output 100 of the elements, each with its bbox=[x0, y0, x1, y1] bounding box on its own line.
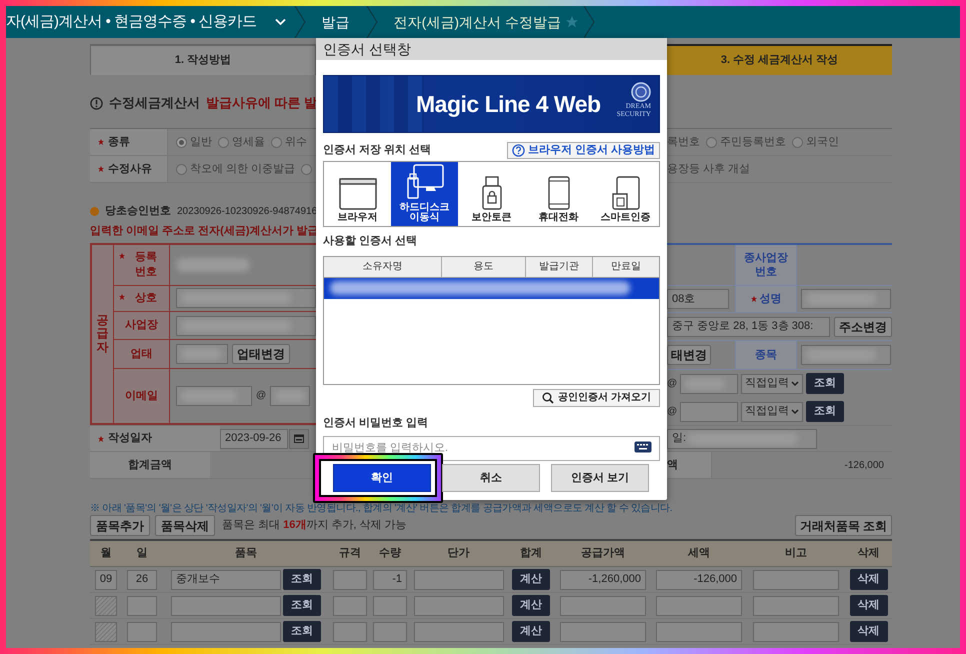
input-field[interactable]: 08호 bbox=[667, 289, 729, 309]
input-field[interactable] bbox=[801, 289, 891, 309]
action-button[interactable]: 업태변경 bbox=[232, 344, 290, 364]
input-field[interactable] bbox=[414, 596, 504, 616]
input-field[interactable] bbox=[753, 596, 839, 616]
action-button[interactable]: 품목추가 bbox=[90, 515, 150, 536]
input-field[interactable] bbox=[176, 386, 252, 406]
input-field[interactable]: 26 bbox=[127, 570, 157, 590]
input-field[interactable] bbox=[656, 596, 742, 616]
input-field[interactable] bbox=[680, 374, 738, 394]
radio-option[interactable]: 영세율 bbox=[218, 134, 265, 150]
field-label: 업태 bbox=[130, 346, 154, 361]
input-field[interactable] bbox=[414, 570, 504, 590]
radio-option[interactable]: 주민등록번호 bbox=[706, 134, 786, 150]
input-field[interactable] bbox=[127, 622, 157, 642]
radio-option[interactable] bbox=[301, 164, 312, 174]
input-field[interactable]: -1,260,000 bbox=[560, 570, 646, 590]
radio-option[interactable]: 착오에 의한 이중발급 bbox=[176, 160, 296, 178]
lookup-button[interactable]: 조회 bbox=[283, 621, 321, 642]
breadcrumb-link[interactable]: 전자(세금)계산서 수정발급 bbox=[394, 12, 561, 32]
input-field[interactable] bbox=[680, 402, 738, 422]
field-label: 사업장 bbox=[124, 318, 159, 333]
input-field[interactable] bbox=[333, 622, 367, 642]
lookup-button[interactable]: 삭제 bbox=[850, 569, 888, 590]
lookup-button[interactable]: 계산 bbox=[512, 621, 550, 642]
action-button[interactable]: 주소변경 bbox=[834, 316, 892, 336]
lookup-button[interactable]: 계산 bbox=[512, 595, 550, 616]
dialog-button[interactable]: 확인 bbox=[333, 464, 431, 492]
input-field[interactable] bbox=[176, 344, 228, 364]
column-header: 일 bbox=[136, 546, 148, 562]
column-header: 품목 bbox=[234, 546, 258, 562]
help-icon bbox=[512, 144, 525, 156]
step-tab[interactable]: 1. 작성방법 bbox=[90, 44, 316, 75]
field-label: 일: bbox=[672, 431, 686, 446]
input-field[interactable] bbox=[270, 386, 310, 406]
input-field[interactable] bbox=[560, 622, 646, 642]
field-label: 종류 bbox=[108, 134, 130, 150]
radio-option[interactable]: 외국인 bbox=[792, 134, 839, 150]
input-field[interactable] bbox=[127, 596, 157, 616]
input-field[interactable] bbox=[333, 596, 367, 616]
radio-option[interactable]: 일반 bbox=[176, 134, 212, 150]
date-field[interactable]: 2023-09-26 bbox=[220, 428, 288, 448]
input-field[interactable] bbox=[373, 596, 407, 616]
lookup-button[interactable]: 계산 bbox=[512, 569, 550, 590]
step-tab[interactable]: 3. 수정 세금계산서 작성 bbox=[667, 44, 892, 75]
column-header: 발급기관 bbox=[526, 256, 593, 276]
select-value: 직접입력 bbox=[745, 404, 790, 420]
section-label: 인증서 비밀번호 입력 bbox=[323, 416, 430, 430]
input-field[interactable]: 일: bbox=[667, 428, 817, 448]
input-field[interactable] bbox=[176, 288, 316, 308]
action-button[interactable]: 품목삭제 bbox=[155, 515, 215, 536]
input-field[interactable] bbox=[753, 622, 839, 642]
input-field[interactable] bbox=[171, 622, 281, 642]
section-label: 인증서 저장 위치 선택 bbox=[323, 142, 432, 158]
import-certificate-button[interactable]: 공인인증서 가져오기 bbox=[533, 388, 660, 406]
input-field[interactable] bbox=[656, 622, 742, 642]
column-header: 수량 bbox=[378, 546, 402, 562]
column-header: 삭제 bbox=[856, 546, 880, 562]
usb-drive-icon bbox=[406, 164, 444, 200]
lookup-button[interactable]: 삭제 bbox=[850, 621, 888, 642]
input-field[interactable] bbox=[560, 596, 646, 616]
field-label: 액 bbox=[667, 458, 678, 473]
nav-section[interactable]: 자(세금)계산서 • 현금영수증 • 신용카드 bbox=[6, 10, 257, 34]
lookup-button[interactable]: 조회 bbox=[806, 373, 844, 394]
input-field[interactable] bbox=[333, 570, 367, 590]
domain-select[interactable]: 직접입력 bbox=[741, 402, 804, 422]
breadcrumb-link[interactable]: 발급 bbox=[322, 12, 350, 32]
field-label: 상호 bbox=[134, 291, 158, 306]
input-field[interactable]: 09 bbox=[95, 570, 117, 590]
action-button[interactable]: 태변경 bbox=[667, 345, 711, 365]
dialog-button[interactable]: 인증서 보기 bbox=[551, 464, 649, 492]
lookup-button[interactable]: 조회 bbox=[806, 401, 844, 422]
domain-select[interactable]: 직접입력 bbox=[741, 374, 804, 394]
certificate-row[interactable] bbox=[324, 278, 659, 298]
storage-option[interactable]: 하드디스크 이동식 bbox=[391, 162, 458, 226]
column-header: 합계 bbox=[519, 546, 543, 562]
input-field[interactable] bbox=[801, 345, 891, 365]
info-note: ※ 아래 '품목'의 '월'은 상단 '작성일자'의 '월'이 자동 반영됩니다., 합계의 '계산' 버튼은 합계를 공급가액과 세액으로도 계산 할 수 있습니다. bbox=[90, 502, 674, 515]
field-label: 등록 번호 bbox=[134, 250, 158, 280]
dialog-button[interactable]: 취소 bbox=[442, 464, 540, 492]
at-sign: @ bbox=[667, 377, 678, 391]
column-header: 용도 bbox=[442, 256, 526, 276]
input-field[interactable] bbox=[373, 622, 407, 642]
lookup-button[interactable]: 삭제 bbox=[850, 595, 888, 616]
input-field[interactable]: -126,000 bbox=[656, 570, 742, 590]
phone-icon bbox=[548, 176, 570, 210]
at-sign: @ bbox=[667, 405, 678, 419]
radio-option[interactable]: 위수 bbox=[271, 134, 307, 150]
input-field[interactable]: 중구 중앙로 28, 1동 3층 308: bbox=[667, 316, 830, 336]
action-button[interactable]: 거래처품목 조회 bbox=[795, 515, 892, 536]
lookup-button[interactable]: 조회 bbox=[283, 595, 321, 616]
lookup-button[interactable]: 조회 bbox=[283, 569, 321, 590]
input-field[interactable]: -1 bbox=[373, 570, 407, 590]
input-field[interactable] bbox=[414, 622, 504, 642]
input-field[interactable] bbox=[753, 570, 839, 590]
field-label: 종사업장 번호 bbox=[744, 250, 788, 280]
input-field[interactable] bbox=[176, 316, 316, 336]
input-field[interactable]: 중개보수 bbox=[171, 570, 281, 590]
help-button[interactable]: 브라우저 인증서 사용방법 bbox=[506, 142, 660, 158]
input-field[interactable] bbox=[171, 596, 281, 616]
